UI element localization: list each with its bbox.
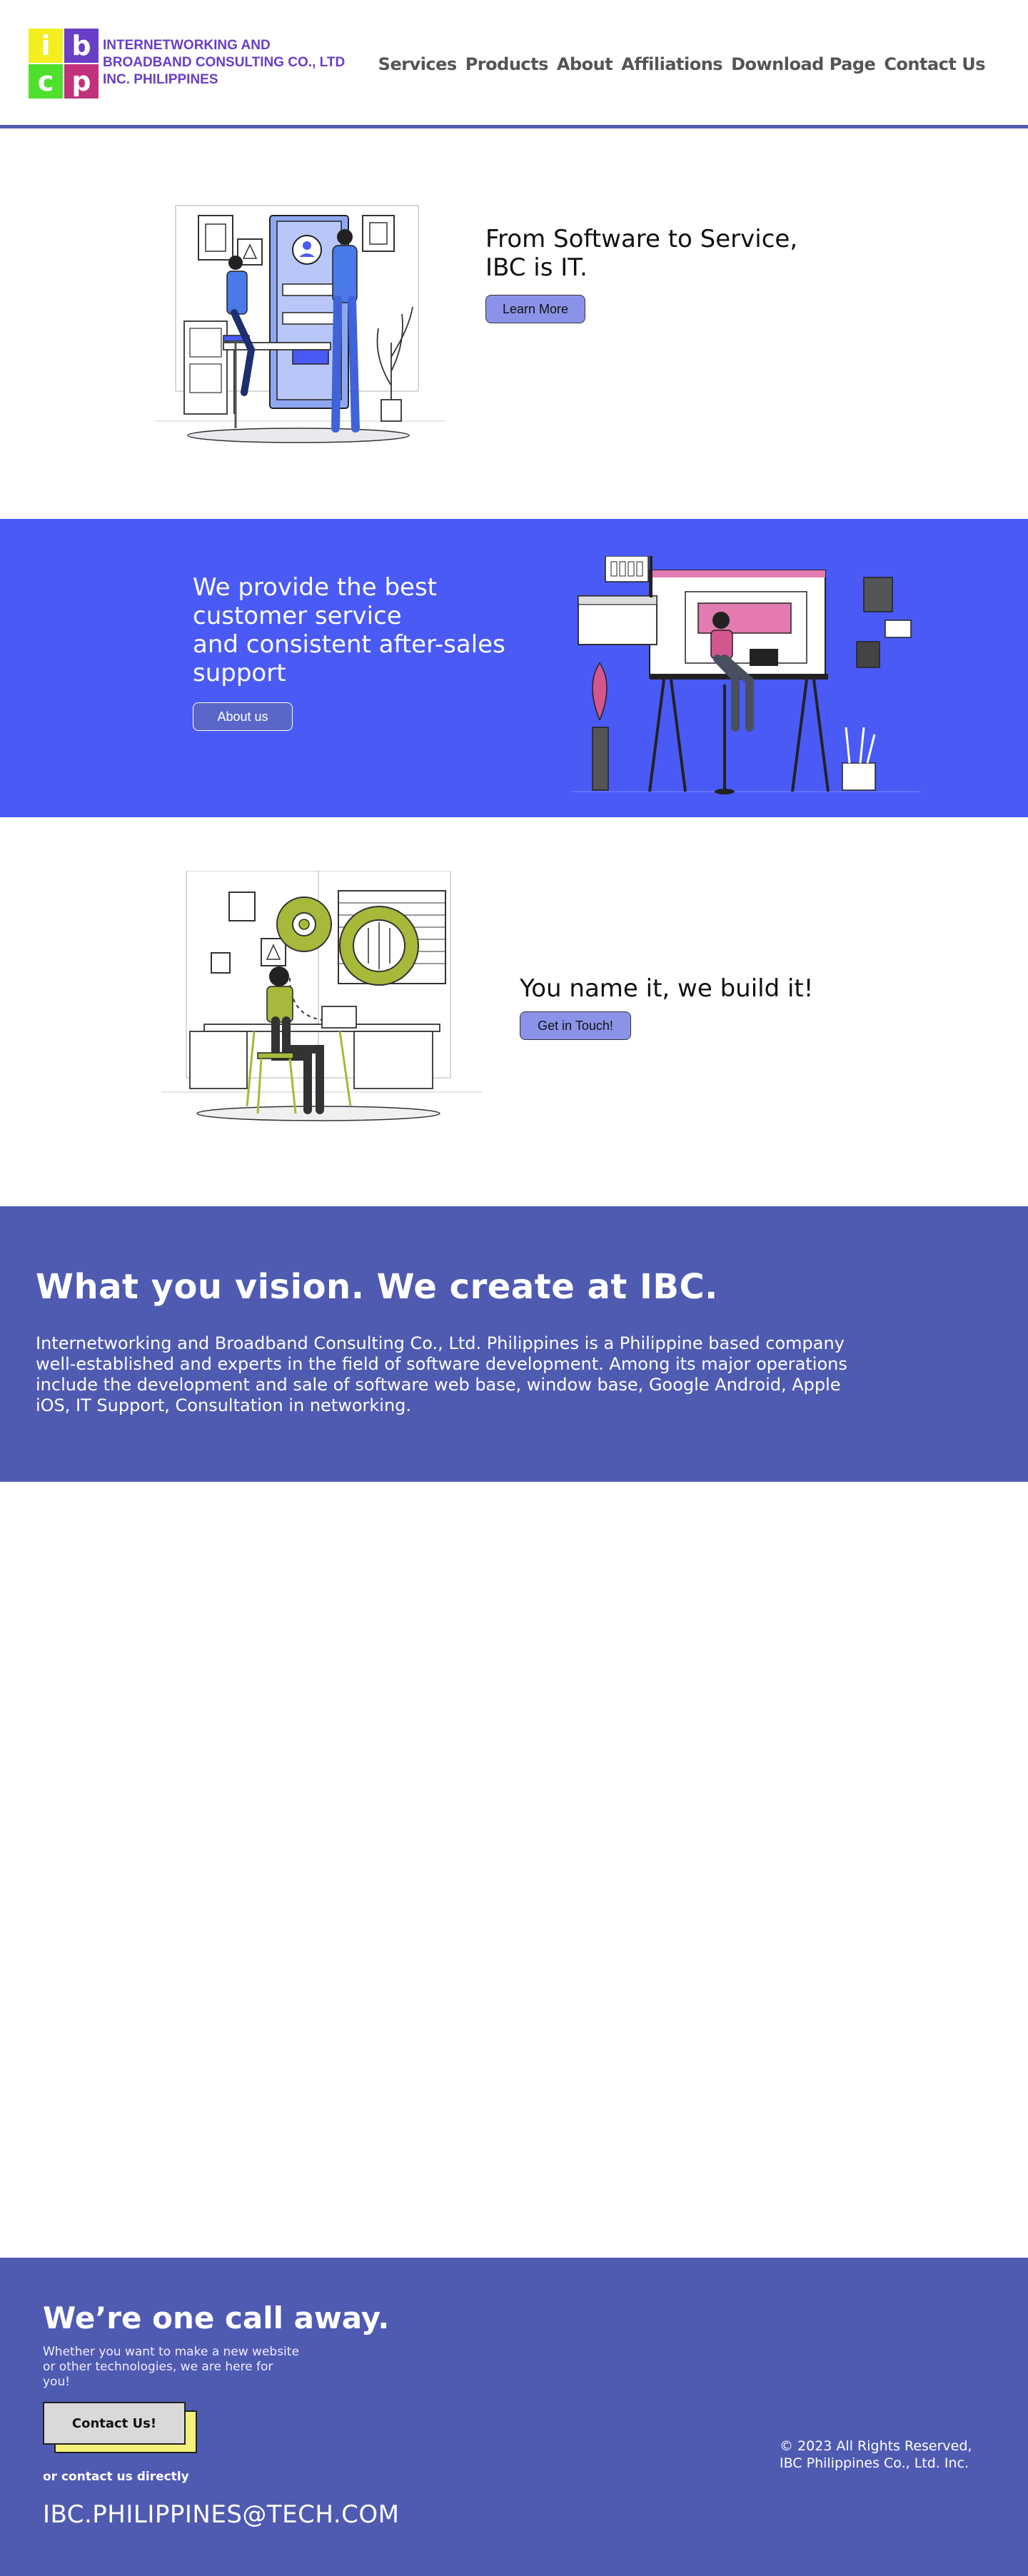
service-headline-line-2: customer service — [193, 602, 402, 630]
contact-directly-label: or contact us directly — [43, 2470, 189, 2484]
copyright-line-2: IBC Philippines Co., Ltd. Inc. — [780, 2455, 969, 2471]
build-section: You name it, we build it! Get in Touch! — [0, 817, 1028, 1206]
service-section: We provide the best customer service and… — [0, 519, 1028, 817]
logo-letter-i: i — [29, 29, 63, 63]
vision-body: Internetworking and Broadband Consulting… — [36, 1333, 847, 1415]
logo-letter-c: c — [29, 64, 63, 99]
vision-section: What you vision. We create at IBC. Inter… — [0, 1206, 1028, 1482]
footer-title: We’re one call away. — [43, 2300, 390, 2335]
service-illustration — [571, 556, 921, 794]
hero-section: From Software to Service, IBC is IT. Lea… — [0, 132, 1028, 519]
logo-letter-p: p — [64, 64, 99, 99]
main-nav: Services Products About Affiliations Dow… — [378, 54, 986, 74]
company-name: INTERNETWORKING AND BROADBAND CONSULTING… — [103, 38, 346, 87]
service-headline: We provide the best customer service and… — [193, 573, 521, 687]
copyright-line-1: © 2023 All Rights Reserved, — [780, 2438, 972, 2454]
hero-headline-line-1: From Software to Service, — [485, 225, 798, 253]
vision-headline: What you vision. We create at IBC. — [36, 1267, 718, 1307]
about-us-button[interactable]: About us — [193, 702, 293, 731]
build-headline: You name it, we build it! — [520, 974, 814, 1003]
site-footer: We’re one call away. Whether you want to… — [0, 2258, 1028, 2576]
service-headline-line-4: support — [193, 659, 286, 687]
nav-download-page[interactable]: Download Page — [731, 54, 876, 74]
hero-headline: From Software to Service, IBC is IT. — [485, 225, 797, 282]
service-headline-line-3: and consistent after-sales — [193, 630, 505, 659]
nav-affiliations[interactable]: Affiliations — [621, 54, 722, 74]
nav-contact-us[interactable]: Contact Us — [884, 54, 985, 74]
contact-us-button[interactable]: Contact Us! — [43, 2402, 186, 2445]
nav-services[interactable]: Services — [378, 54, 458, 74]
company-logo[interactable]: i b c p — [29, 29, 100, 100]
nav-products[interactable]: Products — [465, 54, 549, 74]
learn-more-button[interactable]: Learn More — [485, 295, 585, 323]
get-in-touch-button[interactable]: Get in Touch! — [520, 1011, 631, 1040]
service-headline-line-1: We provide the best — [193, 573, 437, 602]
footer-subtitle: Whether you want to make a new website o… — [43, 2345, 299, 2389]
site-header: i b c p INTERNETWORKING AND BROADBAND CO… — [0, 0, 1028, 128]
contact-email-link[interactable]: IBC.PHILIPPINES@TECH.COM — [43, 2500, 400, 2529]
hero-illustration — [156, 205, 445, 443]
build-illustration — [161, 871, 483, 1121]
nav-about[interactable]: About — [557, 54, 613, 74]
copyright: © 2023 All Rights Reserved, IBC Philippi… — [780, 2438, 972, 2472]
hero-headline-line-2: IBC is IT. — [485, 253, 588, 282]
logo-letter-b: b — [64, 29, 99, 63]
contact-cta: Contact Us! — [43, 2402, 198, 2455]
